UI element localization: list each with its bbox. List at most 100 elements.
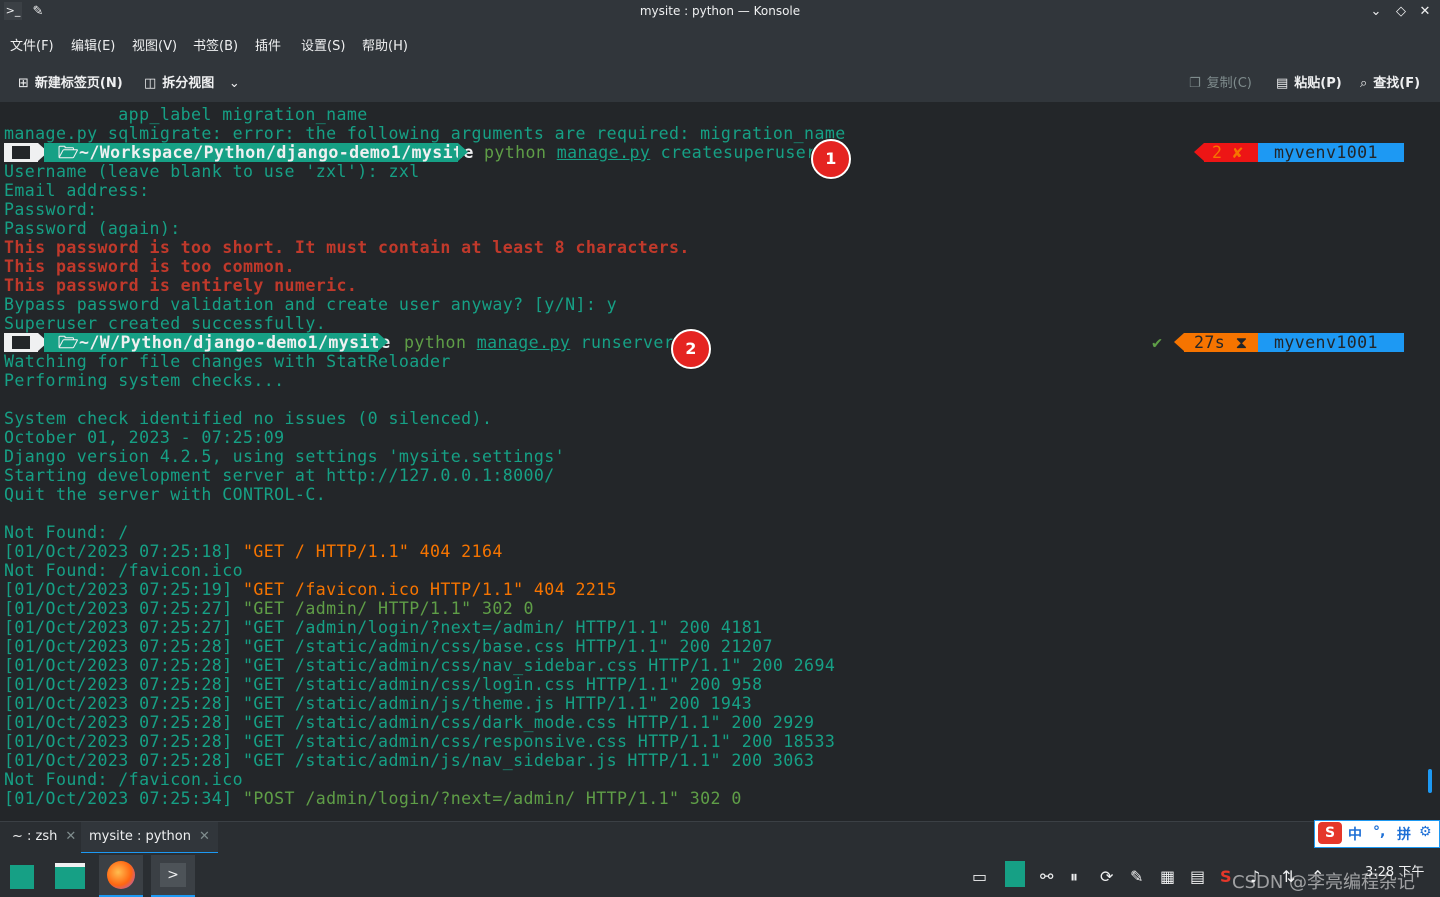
ime-chinese-mode[interactable]: 中 xyxy=(1348,824,1362,844)
manjaro-icon xyxy=(4,143,38,162)
window-list-icon[interactable]: ▦ xyxy=(1160,867,1175,886)
terminal-error-line: This password is too short. It must cont… xyxy=(4,238,690,257)
menu-edit[interactable]: 编辑(E) xyxy=(71,35,115,54)
kdeconnect-icon[interactable]: ⚯ xyxy=(1040,867,1053,886)
venv-label: myvenv1001 xyxy=(1258,333,1404,352)
close-tab-icon[interactable]: ✕ xyxy=(199,829,210,844)
terminal-line: [01/Oct/2023 07:25:28] "GET /static/admi… xyxy=(4,637,773,656)
right-prompt: 2 ✘ myvenv1001 xyxy=(1194,143,1406,162)
menu-bar: 文件(F) 编辑(E) 视图(V) 书签(B) 插件 设置(S) 帮助(H) xyxy=(0,24,1440,62)
firefox-task[interactable] xyxy=(99,855,143,897)
terminal-scrollbar[interactable] xyxy=(1422,103,1440,821)
manjaro-icon xyxy=(4,333,38,352)
terminal-line: [01/Oct/2023 07:25:28] "GET /static/admi… xyxy=(4,675,763,694)
prompt-command: python manage.py createsuperuser xyxy=(484,143,817,162)
prompt-path: 🗁~/W/Python/django-demo1/mysite xyxy=(44,333,390,352)
konsole-task[interactable]: > xyxy=(151,855,195,897)
terminal-error-line: This password is entirely numeric. xyxy=(4,276,358,295)
menu-view[interactable]: 视图(V) xyxy=(132,35,177,54)
close-icon[interactable]: ✕ xyxy=(1415,2,1435,22)
pager-icon[interactable] xyxy=(1005,861,1025,887)
new-tab-button[interactable]: ⊞ 新建标签页(N) xyxy=(18,72,123,91)
title-bar: >_ ✎ mysite : python — Konsole ⌄ ◇ ✕ xyxy=(0,0,1440,24)
terminal-line: Not Found: /favicon.ico xyxy=(4,561,243,580)
ime-punct-mode[interactable]: °, xyxy=(1373,824,1385,840)
close-tab-icon[interactable]: ✕ xyxy=(65,829,76,844)
firefox-icon xyxy=(107,861,135,889)
manjaro-icon xyxy=(10,865,34,889)
duration-label: 27s ⧗ xyxy=(1184,333,1258,352)
new-tab-icon: ⊞ xyxy=(18,76,29,91)
terminal-line: System check identified no issues (0 sil… xyxy=(4,409,493,428)
update-icon[interactable]: ⟳ xyxy=(1100,867,1113,886)
right-prompt: ✔ 27s ⧗ myvenv1001 xyxy=(1150,333,1406,352)
terminal-line: [01/Oct/2023 07:25:18] "GET / HTTP/1.1" … xyxy=(4,542,503,561)
scrollbar-thumb[interactable] xyxy=(1428,769,1432,793)
terminal-line: Quit the server with CONTROL-C. xyxy=(4,485,327,504)
exit-status: 2 ✘ xyxy=(1204,143,1258,162)
venv-label: myvenv1001 xyxy=(1258,143,1404,162)
minimize-icon[interactable]: ⌄ xyxy=(1366,2,1386,22)
menu-bookmarks[interactable]: 书签(B) xyxy=(193,35,238,54)
file-manager-icon xyxy=(55,863,85,889)
ime-toolbar[interactable]: S 中 °, 拼 ⚙ xyxy=(1314,820,1440,848)
terminal-line: [01/Oct/2023 07:25:27] "GET /admin/login… xyxy=(4,618,763,637)
paste-button[interactable]: ▤ 粘贴(P) xyxy=(1276,72,1342,91)
terminal-line: Bypass password validation and create us… xyxy=(4,295,618,314)
terminal-line: [01/Oct/2023 07:25:28] "GET /static/admi… xyxy=(4,732,836,751)
split-view-button[interactable]: ◫ 拆分视图 ⌄ xyxy=(144,72,240,91)
terminal-line: [01/Oct/2023 07:25:27] "GET /admin/ HTTP… xyxy=(4,599,534,618)
terminal-icon: > xyxy=(160,863,186,887)
taskbar: > ▭ ⚯ ⏸ ⟳ ✎ ▦ ▤ S ♪ ⇅ ⌃ 3:28 下午 CSDN @李亮… xyxy=(0,853,1440,897)
terminal-line: Not Found: /favicon.ico xyxy=(4,770,243,789)
copy-button[interactable]: ❐ 复制(C) xyxy=(1189,72,1252,91)
menu-settings[interactable]: 设置(S) xyxy=(301,35,345,54)
tab-bar: ~ : zsh ✕ mysite : python ✕ xyxy=(0,821,1440,854)
sogou-tray-icon[interactable]: S xyxy=(1220,867,1232,886)
window-title: mysite : python — Konsole xyxy=(639,4,801,18)
terminal-line: [01/Oct/2023 07:25:28] "GET /static/admi… xyxy=(4,713,815,732)
media-pause-icon[interactable]: ⏸ xyxy=(1070,867,1078,887)
paste-icon: ▤ xyxy=(1276,76,1289,91)
menu-help[interactable]: 帮助(H) xyxy=(362,35,408,54)
split-view-icon: ◫ xyxy=(144,76,157,91)
terminal-line: [01/Oct/2023 07:25:28] "GET /static/admi… xyxy=(4,694,753,713)
toolbar: ⊞ 新建标签页(N) ◫ 拆分视图 ⌄ ❐ 复制(C) ▤ 粘贴(P) ⌕ 查找(F) xyxy=(0,62,1440,103)
show-desktop-icon[interactable]: ▭ xyxy=(972,867,987,886)
terminal-view[interactable]: app_label migration_name manage.py sqlmi… xyxy=(0,103,1422,821)
tab-mysite-python[interactable]: mysite : python ✕ xyxy=(81,822,218,854)
terminal-line: [01/Oct/2023 07:25:28] "GET /static/admi… xyxy=(4,656,836,675)
file-manager-task[interactable] xyxy=(48,855,92,895)
terminal-line: [01/Oct/2023 07:25:19] "GET /favicon.ico… xyxy=(4,580,618,599)
pen-icon[interactable]: ✎ xyxy=(1130,867,1143,886)
terminal-line: manage.py sqlmigrate: error: the followi… xyxy=(4,124,846,143)
terminal-line: October 01, 2023 - 07:25:09 xyxy=(4,428,285,447)
success-check-icon: ✔ xyxy=(1152,333,1163,352)
terminal-line: app_label migration_name xyxy=(4,105,368,124)
terminal-line: Password (again): xyxy=(4,219,181,238)
terminal-line: [01/Oct/2023 07:25:34] "POST /admin/logi… xyxy=(4,789,742,808)
annotation-badge-1: 1 xyxy=(811,139,851,179)
tab-zsh[interactable]: ~ : zsh ✕ xyxy=(4,822,84,852)
sogou-icon: S xyxy=(1318,822,1342,844)
watermark: CSDN @李亮编程杂记 xyxy=(1232,872,1416,893)
shell-prompt: 🗁~/W/Python/django-demo1/mysite python m… xyxy=(4,333,674,352)
annotation-badge-2: 2 xyxy=(671,329,711,369)
find-button[interactable]: ⌕ 查找(F) xyxy=(1360,72,1420,91)
ime-pinyin[interactable]: 拼 xyxy=(1397,824,1411,844)
menu-plugins[interactable]: 插件 xyxy=(255,35,281,54)
copy-icon: ❐ xyxy=(1189,76,1201,91)
prompt-command: python manage.py runserver xyxy=(404,333,675,352)
folder-icon: 🗁 xyxy=(58,143,79,162)
search-icon: ⌕ xyxy=(1360,76,1368,91)
shell-prompt: 🗁~/Workspace/Python/django-demo1/mysite … xyxy=(4,143,817,162)
maximize-icon[interactable]: ◇ xyxy=(1391,2,1411,22)
clipboard-icon[interactable]: ▤ xyxy=(1190,867,1205,886)
terminal-line: Performing system checks... xyxy=(4,371,285,390)
menu-file[interactable]: 文件(F) xyxy=(10,35,54,54)
folder-icon: 🗁 xyxy=(58,333,79,352)
gear-icon[interactable]: ⚙ xyxy=(1419,824,1432,840)
app-launcher[interactable] xyxy=(0,855,44,895)
terminal-line: Watching for file changes with StatReloa… xyxy=(4,352,451,371)
chevron-down-icon: ⌄ xyxy=(228,76,240,91)
